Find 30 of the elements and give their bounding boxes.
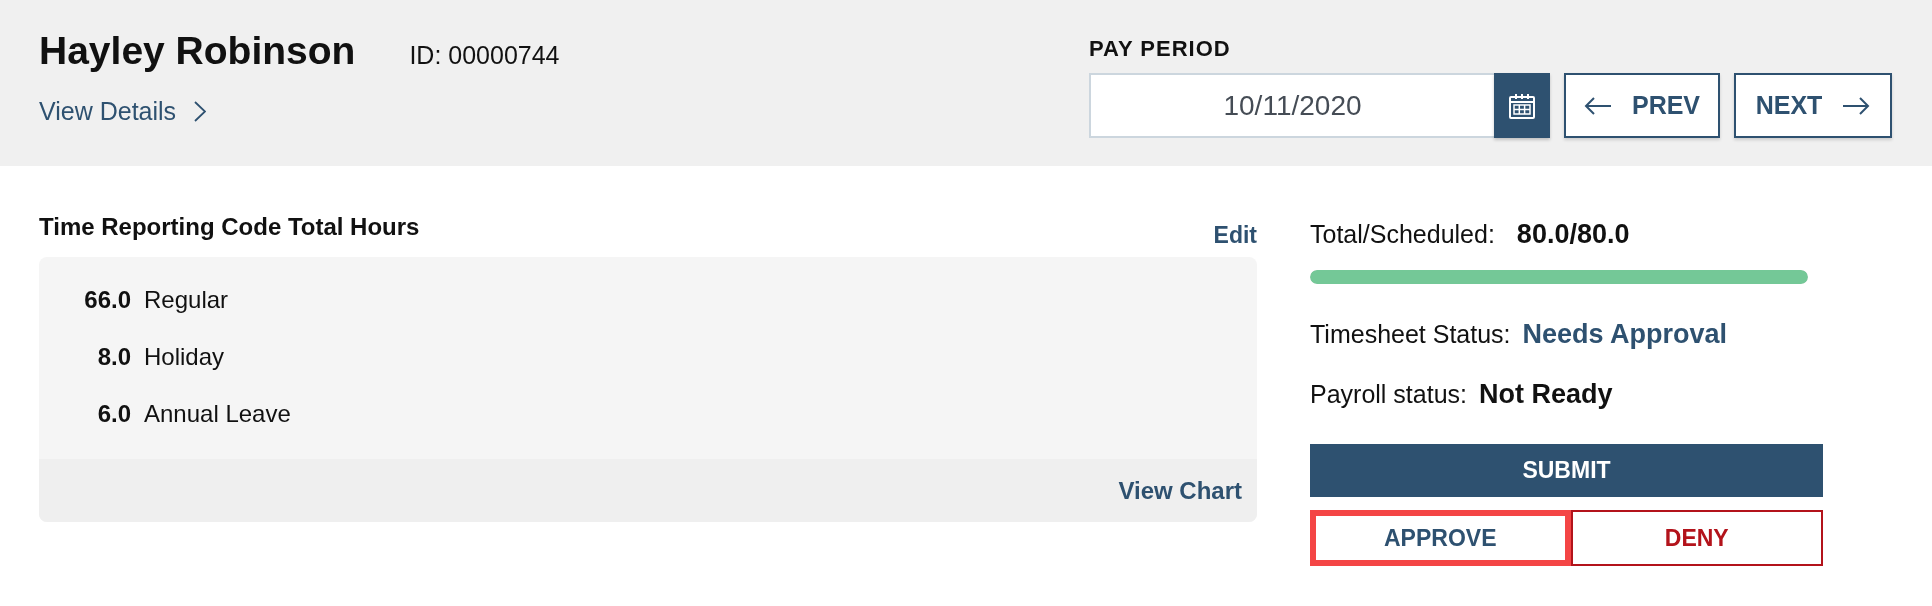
right-arrow-icon [1842, 96, 1871, 115]
time-code-label: Holiday [144, 341, 225, 372]
section-title: Time Reporting Code Total Hours [39, 213, 420, 241]
approve-button[interactable]: APPROVE [1310, 510, 1571, 566]
calendar-button[interactable] [1494, 73, 1550, 138]
employee-name: Hayley Robinson [39, 28, 356, 74]
status-label: Timesheet Status: [1310, 319, 1511, 349]
view-details-link[interactable]: View Details [39, 96, 207, 126]
hours-value: 8.0 [96, 341, 131, 372]
status-value: Not Ready [1479, 379, 1613, 409]
hours-value: 6.0 [96, 398, 131, 429]
view-chart-link[interactable]: View Chart [1118, 472, 1242, 509]
prev-button[interactable]: PREV [1564, 73, 1720, 138]
next-button[interactable]: NEXT [1734, 73, 1892, 138]
chevron-right-icon [194, 100, 207, 122]
date-field[interactable]: 10/11/2020 [1089, 73, 1494, 138]
hours-value: 66.0 [83, 284, 131, 315]
pay-period-label: PAY PERIOD [1089, 36, 1231, 61]
left-arrow-icon [1583, 96, 1612, 115]
total-value: 80.0/80.0 [1516, 219, 1630, 249]
edit-link[interactable]: Edit [1213, 221, 1257, 249]
deny-button[interactable]: DENY [1570, 510, 1823, 566]
employee-id: ID: 00000744 [409, 40, 560, 70]
calendar-icon [1509, 92, 1535, 119]
status-label: Payroll status: [1310, 379, 1467, 409]
total-label: Total/Scheduled: [1310, 219, 1495, 249]
time-code-label: Regular [144, 284, 229, 315]
status-value: Needs Approval [1522, 319, 1728, 349]
submit-button[interactable]: SUBMIT [1310, 444, 1823, 497]
time-code-label: Annual Leave [144, 398, 291, 429]
